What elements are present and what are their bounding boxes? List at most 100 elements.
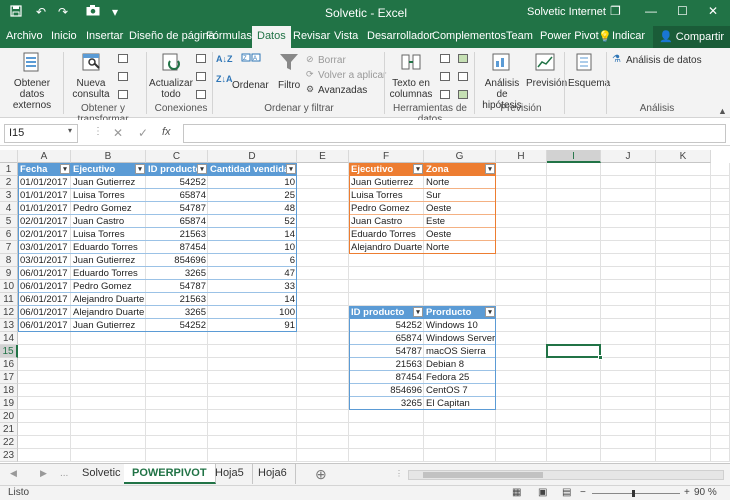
insert-function-icon[interactable]: fx bbox=[162, 126, 171, 138]
row-header-8[interactable]: 8 bbox=[0, 254, 18, 267]
tab-revisar[interactable]: Revisar bbox=[293, 30, 330, 42]
select-all-corner[interactable] bbox=[0, 150, 18, 163]
from-table-icon[interactable] bbox=[118, 72, 128, 81]
refresh-all-button[interactable]: Actualizar todo bbox=[148, 78, 194, 100]
cancel-icon[interactable]: ✕ bbox=[113, 126, 123, 140]
clear-button[interactable]: Borrar bbox=[318, 55, 346, 66]
row-header-6[interactable]: 6 bbox=[0, 228, 18, 241]
redo-icon[interactable]: ↷ bbox=[58, 5, 68, 19]
row-header-1[interactable]: 1 bbox=[0, 163, 18, 176]
row-header-21[interactable]: 21 bbox=[0, 423, 18, 436]
row-header-17[interactable]: 17 bbox=[0, 371, 18, 384]
formula-input[interactable] bbox=[183, 124, 726, 143]
undo-icon[interactable]: ↶ bbox=[36, 5, 46, 19]
consolidate-icon[interactable] bbox=[458, 54, 468, 63]
close-icon[interactable]: ✕ bbox=[708, 4, 718, 18]
ribbon-display-icon[interactable]: ❐ bbox=[610, 4, 621, 18]
row-header-20[interactable]: 20 bbox=[0, 410, 18, 423]
text-to-columns-button[interactable]: Texto en columnas bbox=[388, 78, 434, 100]
reapply-button[interactable]: Volver a aplicar bbox=[318, 70, 386, 81]
column-header-a[interactable]: A bbox=[18, 150, 71, 163]
advanced-button[interactable]: Avanzadas bbox=[318, 85, 367, 96]
row-header-7[interactable]: 7 bbox=[0, 241, 18, 254]
tab-power-pivot[interactable]: Power Pivot bbox=[540, 30, 599, 42]
column-header-g[interactable]: G bbox=[424, 150, 496, 163]
zoom-out-icon[interactable]: − bbox=[580, 487, 586, 498]
share-button[interactable]: 👤 Compartir bbox=[653, 26, 730, 48]
row-header-11[interactable]: 11 bbox=[0, 293, 18, 306]
add-sheet-icon[interactable]: ⊕ bbox=[315, 466, 327, 483]
camera-icon[interactable] bbox=[86, 5, 100, 19]
sort-az-icon[interactable]: A↓Z bbox=[216, 54, 233, 64]
data-analysis-button[interactable]: Análisis de datos bbox=[626, 55, 702, 66]
tab-team[interactable]: Team bbox=[506, 30, 533, 42]
column-header-j[interactable]: J bbox=[601, 150, 656, 163]
sheet-tab-hoja5[interactable]: Hoja5 bbox=[207, 464, 253, 484]
row-header-9[interactable]: 9 bbox=[0, 267, 18, 280]
name-box[interactable]: I15 bbox=[4, 124, 78, 143]
tell-me-box[interactable]: Indicar bbox=[612, 30, 645, 42]
enter-icon[interactable]: ✓ bbox=[138, 126, 148, 140]
sort-button[interactable]: Ordenar bbox=[232, 80, 269, 91]
zoom-slider-thumb[interactable] bbox=[632, 490, 635, 497]
normal-view-icon[interactable]: ▦ bbox=[512, 487, 521, 498]
row-header-15[interactable]: 15 bbox=[0, 345, 18, 358]
column-header-c[interactable]: C bbox=[146, 150, 208, 163]
tell-me-icon[interactable]: 💡 bbox=[598, 30, 612, 43]
tab-insertar[interactable]: Insertar bbox=[86, 30, 123, 42]
horizontal-scrollbar[interactable] bbox=[408, 470, 724, 480]
filter-button[interactable]: Filtro bbox=[278, 80, 300, 91]
zoom-in-icon[interactable]: + bbox=[684, 487, 690, 498]
maximize-icon[interactable]: ☐ bbox=[677, 4, 688, 18]
tab-formulas[interactable]: Fórmulas bbox=[206, 30, 252, 42]
tab-diseno-pagina[interactable]: Diseño de página bbox=[129, 30, 215, 42]
row-header-19[interactable]: 19 bbox=[0, 397, 18, 410]
row-header-12[interactable]: 12 bbox=[0, 306, 18, 319]
page-layout-icon[interactable]: ▣ bbox=[538, 487, 547, 498]
customize-quick-access-icon[interactable]: ▾ bbox=[112, 5, 118, 19]
column-header-h[interactable]: H bbox=[496, 150, 547, 163]
outline-button[interactable]: Esquema bbox=[568, 78, 610, 89]
get-external-data-button[interactable]: Obtener datos externos bbox=[2, 78, 62, 111]
column-header-b[interactable]: B bbox=[71, 150, 146, 163]
column-header-k[interactable]: K bbox=[656, 150, 711, 163]
edit-links-icon[interactable] bbox=[196, 90, 206, 99]
manage-data-model-icon[interactable] bbox=[458, 90, 468, 99]
sort-za-icon[interactable]: Z↓A bbox=[216, 74, 233, 84]
tab-datos[interactable]: Datos bbox=[252, 26, 291, 48]
sheet-tab-powerpivot[interactable]: POWERPIVOT bbox=[124, 464, 216, 484]
row-header-4[interactable]: 4 bbox=[0, 202, 18, 215]
sheet-tab-hoja6[interactable]: Hoja6 bbox=[250, 464, 296, 484]
prev-sheet-icon[interactable]: ◀ bbox=[10, 468, 17, 479]
data-validation-icon[interactable] bbox=[440, 90, 450, 99]
relationships-icon[interactable] bbox=[458, 72, 468, 81]
page-break-icon[interactable]: ▤ bbox=[562, 487, 571, 498]
zoom-level[interactable]: 90 % bbox=[694, 487, 717, 498]
tab-archivo[interactable]: Archivo bbox=[6, 30, 43, 42]
row-header-2[interactable]: 2 bbox=[0, 176, 18, 189]
column-header-e[interactable]: E bbox=[297, 150, 349, 163]
save-icon[interactable] bbox=[10, 5, 22, 20]
tab-split-handle[interactable]: ⋮ bbox=[395, 469, 403, 479]
collapse-ribbon-icon[interactable]: ▲ bbox=[718, 106, 727, 116]
tab-vista[interactable]: Vista bbox=[334, 30, 358, 42]
scrollbar-thumb[interactable] bbox=[423, 472, 543, 478]
more-options-icon[interactable]: ⋮ bbox=[93, 126, 103, 137]
worksheet-grid[interactable]: A B C D E F G H I J K 1 2 3 4 5 6 7 8 9 10 11 12 13 14 15 16 17 18 19… bbox=[0, 150, 730, 463]
zoom-slider[interactable] bbox=[592, 490, 680, 497]
row-header-3[interactable]: 3 bbox=[0, 189, 18, 202]
row-header-10[interactable]: 10 bbox=[0, 280, 18, 293]
recent-sources-icon[interactable] bbox=[118, 90, 128, 99]
row-header-22[interactable]: 22 bbox=[0, 436, 18, 449]
row-header-14[interactable]: 14 bbox=[0, 332, 18, 345]
tab-complementos[interactable]: Complementos bbox=[432, 30, 506, 42]
row-header-16[interactable]: 16 bbox=[0, 358, 18, 371]
remove-duplicates-icon[interactable] bbox=[440, 72, 450, 81]
row-header-13[interactable]: 13 bbox=[0, 319, 18, 332]
next-sheet-icon[interactable]: ▶ bbox=[40, 468, 47, 479]
properties-icon[interactable] bbox=[196, 72, 206, 81]
sheet-tab-solvetic[interactable]: Solvetic bbox=[74, 464, 130, 484]
column-header-i[interactable]: I bbox=[547, 150, 601, 163]
forecast-sheet-button[interactable]: Previsión bbox=[526, 78, 567, 89]
show-queries-icon[interactable] bbox=[118, 54, 128, 63]
